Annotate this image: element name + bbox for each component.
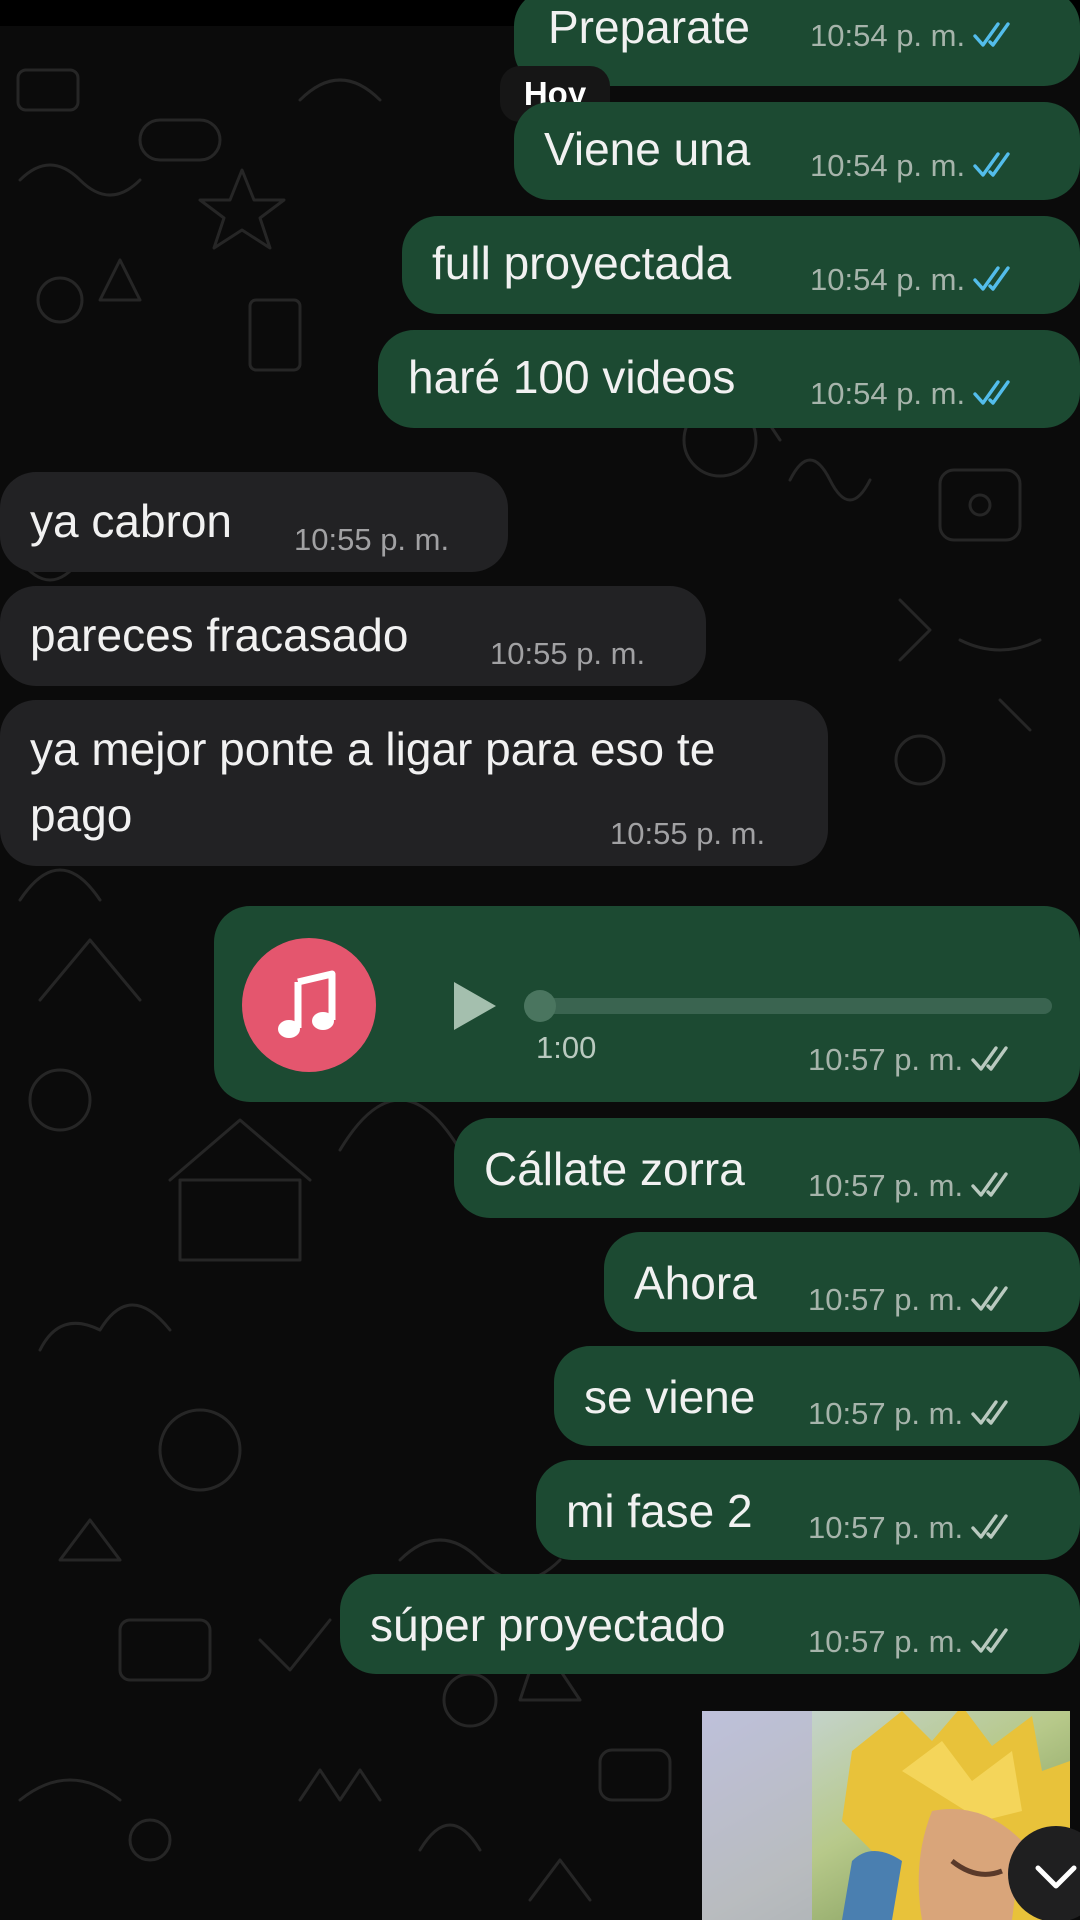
message-meta: 10:57 p. m.	[808, 1042, 1015, 1078]
audio-progress-knob[interactable]	[524, 990, 556, 1022]
chat-screen: Preparate 10:54 p. m. Hoy Viene una 10:5…	[0, 0, 1080, 1920]
double-check-icon	[971, 1046, 1008, 1071]
double-check-icon	[971, 1628, 1008, 1653]
double-check-icon	[973, 380, 1010, 405]
message-bubble-incoming[interactable]: ya cabron 10:55 p. m.	[0, 472, 508, 572]
message-meta: 10:57 p. m.	[808, 1624, 1015, 1660]
message-time: 10:54 p. m.	[810, 376, 966, 411]
message-bubble-outgoing[interactable]: full proyectada 10:54 p. m.	[402, 216, 1080, 314]
message-text: pareces fracasado	[30, 609, 409, 661]
message-bubble-outgoing[interactable]: Cállate zorra 10:57 p. m.	[454, 1118, 1080, 1218]
message-bubble-outgoing[interactable]: mi fase 2 10:57 p. m.	[536, 1460, 1080, 1560]
message-time: 10:57 p. m.	[808, 1042, 964, 1077]
play-icon[interactable]	[450, 978, 500, 1034]
message-text: haré 100 videos	[408, 351, 736, 403]
double-check-icon	[971, 1514, 1008, 1539]
message-meta: 10:54 p. m.	[810, 148, 1017, 184]
message-bubble-outgoing[interactable]: se viene 10:57 p. m.	[554, 1346, 1080, 1446]
double-check-icon	[971, 1286, 1008, 1311]
double-check-icon	[971, 1400, 1008, 1425]
message-time: 10:55 p. m.	[294, 522, 450, 557]
message-meta: 10:54 p. m.	[810, 262, 1017, 298]
double-check-icon	[973, 266, 1010, 291]
message-time: 10:57 p. m.	[808, 1624, 964, 1659]
message-time: 10:54 p. m.	[810, 148, 966, 183]
message-time: 10:54 p. m.	[810, 262, 966, 297]
audio-message-bubble[interactable]: 1:00 10:57 p. m.	[214, 906, 1080, 1102]
message-meta: 10:57 p. m.	[808, 1282, 1015, 1318]
message-time: 10:55 p. m.	[610, 816, 766, 851]
message-text: se viene	[584, 1371, 756, 1423]
message-bubble-outgoing[interactable]: súper proyectado 10:57 p. m.	[340, 1574, 1080, 1674]
message-text-line: ya mejor ponte a ligar para eso te	[30, 723, 716, 775]
double-check-icon	[973, 22, 1010, 47]
audio-progress-track[interactable]	[524, 998, 1052, 1014]
message-meta: 10:54 p. m.	[810, 18, 1017, 54]
message-text: súper proyectado	[370, 1599, 726, 1651]
message-meta: 10:57 p. m.	[808, 1510, 1015, 1546]
message-text: Ahora	[634, 1257, 757, 1309]
message-time: 10:54 p. m.	[810, 18, 966, 53]
message-bubble-outgoing[interactable]: Viene una 10:54 p. m.	[514, 102, 1080, 200]
message-bubble-outgoing[interactable]: Ahora 10:57 p. m.	[604, 1232, 1080, 1332]
message-text-line: pago	[30, 789, 133, 841]
message-meta: 10:57 p. m.	[808, 1396, 1015, 1432]
audio-duration: 1:00	[536, 1030, 597, 1065]
message-time: 10:55 p. m.	[490, 636, 646, 671]
message-text: ya cabron	[30, 495, 233, 547]
message-text: mi fase 2	[566, 1485, 753, 1537]
audio-file-avatar	[242, 938, 376, 1072]
chevron-down-icon	[1035, 1865, 1077, 1889]
message-time: 10:57 p. m.	[808, 1282, 964, 1317]
message-meta: 10:57 p. m.	[808, 1168, 1015, 1204]
message-text: full proyectada	[432, 237, 732, 289]
message-bubble-outgoing[interactable]: haré 100 videos 10:54 p. m.	[378, 330, 1080, 428]
message-meta: 10:54 p. m.	[810, 376, 1017, 412]
message-bubble-incoming[interactable]: ya mejor ponte a ligar para eso te pago …	[0, 700, 828, 866]
message-bubble-incoming[interactable]: pareces fracasado 10:55 p. m.	[0, 586, 706, 686]
message-time: 10:57 p. m.	[808, 1510, 964, 1545]
message-text: Cállate zorra	[484, 1143, 745, 1195]
message-time: 10:57 p. m.	[808, 1168, 964, 1203]
message-text: Preparate	[548, 1, 751, 53]
message-time: 10:57 p. m.	[808, 1396, 964, 1431]
music-note-icon	[278, 970, 336, 1038]
double-check-icon	[973, 152, 1010, 177]
double-check-icon	[971, 1172, 1008, 1197]
message-text: Viene una	[544, 123, 751, 175]
